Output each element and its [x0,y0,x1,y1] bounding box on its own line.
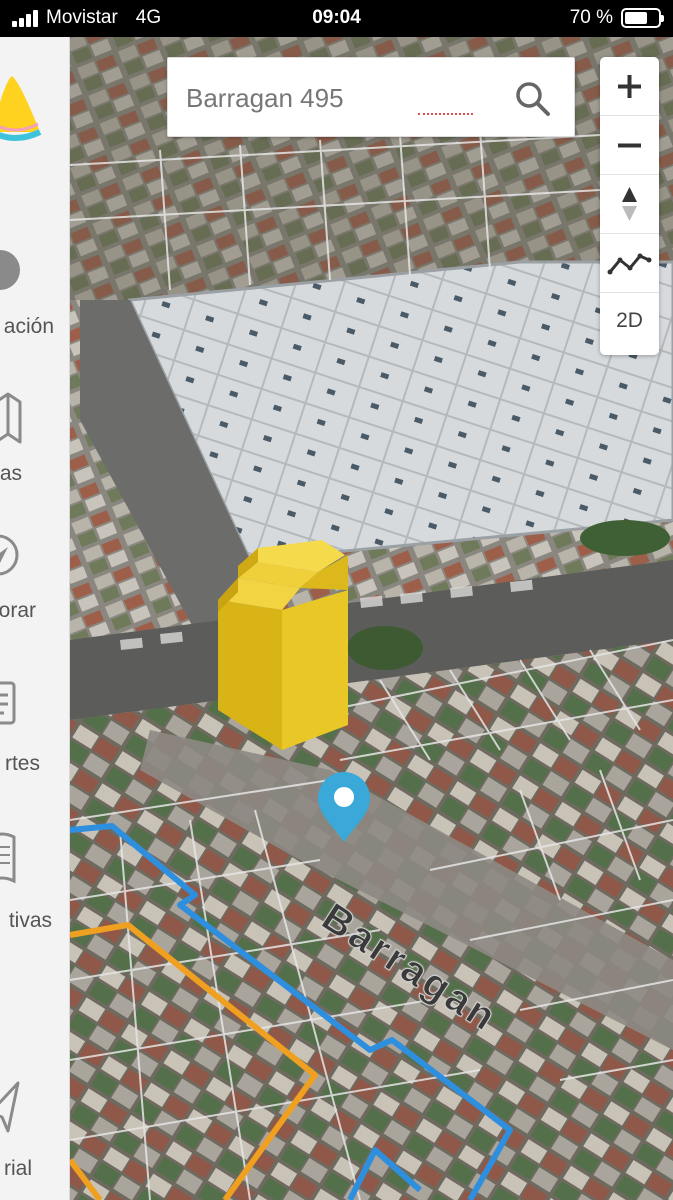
map-imagery [0,37,673,1200]
map-controls: 2D [600,57,659,355]
search-bar [167,57,575,137]
battery-icon [621,8,664,28]
sidebar-item-tutorial[interactable]: rial [0,1077,69,1197]
status-bar: Movistar 4G 09:04 70 % [0,0,673,37]
send-icon [0,1081,20,1133]
compass-reset-button[interactable] [600,175,659,234]
zoom-out-button[interactable] [600,116,659,175]
book-icon [0,832,16,884]
satellite-map[interactable]: Barragan [0,37,673,1200]
sidebar-item-label: tivas [8,909,52,932]
battery-percent: 70 % [569,7,613,28]
sidebar-item-label: orar [0,599,36,622]
sidebar-nav: ación as orar rtes tivas rial [0,37,70,1200]
elevation-profile-icon [607,253,652,275]
sidebar-item-explorar[interactable]: orar [0,527,69,647]
app-logo-icon [0,76,42,141]
plus-icon [618,75,641,98]
sidebar-item-reportes[interactable]: rtes [0,677,69,797]
sidebar-item-capas[interactable]: as [0,382,69,502]
zoom-in-button[interactable] [600,57,659,116]
view-2d-label: 2D [616,309,643,332]
sidebar-item-label: as [0,462,22,485]
sidebar-item-label: rial [3,1157,32,1180]
compass-icon [0,534,19,576]
spellcheck-underline [418,113,473,115]
view-2d-button[interactable]: 2D [600,293,659,352]
minus-icon [618,143,641,148]
sidebar-item-label: rtes [4,752,40,775]
sidebar-item-normativas[interactable]: tivas [0,827,69,947]
map-icon [0,392,22,444]
status-right: 70 % [569,7,664,29]
tilt-button[interactable] [600,234,659,293]
north-arrow-icon [622,187,637,221]
location-icon [0,250,20,290]
sidebar-item-ubicacion[interactable]: ación [0,237,69,357]
search-button[interactable] [514,80,552,118]
sidebar-item-label: ación [3,315,54,338]
location-pin-icon[interactable] [315,772,373,844]
search-icon [516,82,550,116]
report-icon [0,681,16,725]
search-input[interactable] [186,78,486,118]
